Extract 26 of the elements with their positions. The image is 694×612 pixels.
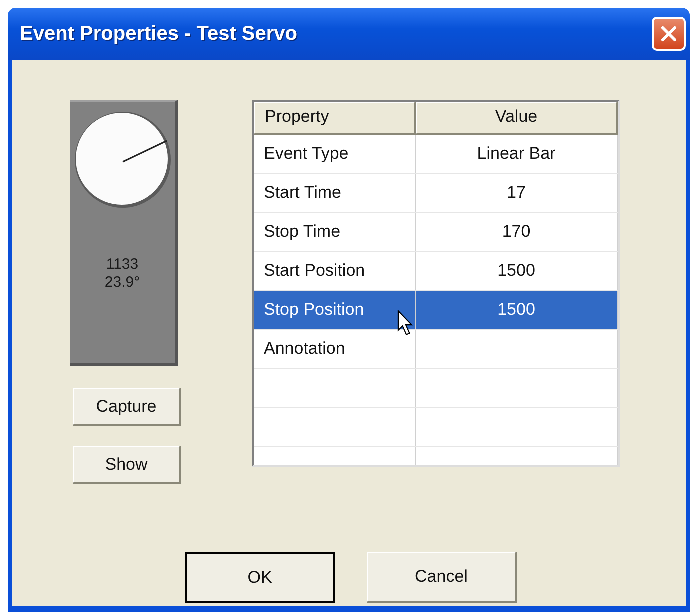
side-button[interactable]: Show <box>73 446 181 484</box>
table-cell: Stop Time <box>254 213 416 251</box>
servo-angle: 23.9° <box>104 274 140 292</box>
table-row[interactable]: Event Type Linear Bar <box>254 135 618 174</box>
cursor-icon <box>397 310 415 338</box>
table-cell: 1500 <box>416 291 618 329</box>
window-title: Event Properties - Test Servo <box>20 22 298 46</box>
servo-reading: 1133 <box>106 256 139 274</box>
close-button[interactable] <box>652 17 686 51</box>
table-cell: Start Position <box>254 252 416 290</box>
table-cell: 170 <box>416 213 618 251</box>
column-header[interactable]: Property <box>254 102 416 135</box>
table-cell: Linear Bar <box>416 135 618 173</box>
side-button[interactable]: Capture <box>73 388 181 426</box>
table-row[interactable]: Stop Time 170 <box>254 213 618 252</box>
table-cell: Start Time <box>254 174 416 212</box>
table-row[interactable]: Annotation <box>254 330 618 369</box>
column-header[interactable]: Value <box>416 102 618 135</box>
dialog-button[interactable]: Cancel <box>367 552 517 603</box>
table-cell: 17 <box>416 174 618 212</box>
table-cell: Event Type <box>254 135 416 173</box>
table-row[interactable]: Stop Position 1500 <box>254 291 618 330</box>
table-cell: 1500 <box>416 252 618 290</box>
close-icon <box>659 24 679 44</box>
table-row[interactable]: Start Time 17 <box>254 174 618 213</box>
dialog-button[interactable]: OK <box>185 552 335 603</box>
